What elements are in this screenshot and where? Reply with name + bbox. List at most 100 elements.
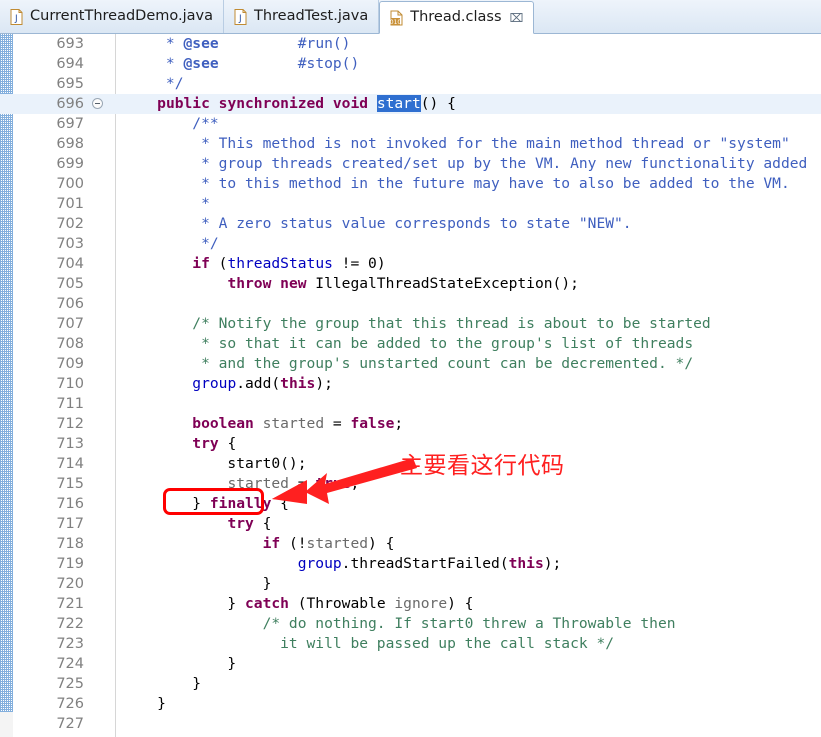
line-number: 705 [56, 276, 84, 292]
code-token: * to this method in the future may have … [122, 175, 790, 192]
svg-text:J: J [238, 14, 242, 24]
code-token: /** [122, 115, 219, 132]
code-line[interactable]: 709 * and the group's unstarted count ca… [0, 354, 821, 374]
code-line[interactable]: 696 public synchronized void start() { [0, 94, 821, 114]
code-line[interactable]: 701 * [0, 194, 821, 214]
line-number: 706 [56, 296, 84, 312]
code-line-text: * to this method in the future may have … [122, 174, 790, 194]
code-line[interactable]: 712 boolean started = false; [0, 414, 821, 434]
java-file-icon: J [9, 8, 24, 25]
annotation-note-text: 主要看这行代码 [400, 453, 565, 479]
code-line[interactable]: 710 group.add(this); [0, 374, 821, 394]
line-number: 721 [56, 596, 84, 612]
code-token: */ [122, 235, 219, 252]
code-line[interactable]: 719 group.threadStartFailed(this); [0, 554, 821, 574]
code-token: } [122, 495, 210, 512]
code-line[interactable]: 705 throw new IllegalThreadStateExceptio… [0, 274, 821, 294]
code-line[interactable]: 717 try { [0, 514, 821, 534]
code-token: } [122, 675, 202, 692]
code-line[interactable]: 703 */ [0, 234, 821, 254]
code-token: try [192, 435, 219, 452]
line-number: 694 [56, 56, 84, 72]
code-line[interactable]: 724 } [0, 654, 821, 674]
code-token: = [324, 415, 351, 432]
code-line[interactable]: 723 it will be passed up the call stack … [0, 634, 821, 654]
line-number: 712 [56, 416, 84, 432]
code-line-text: */ [122, 74, 184, 94]
code-line[interactable]: 726 } [0, 694, 821, 714]
code-line[interactable]: 694 * @see #stop() [0, 54, 821, 74]
code-token: if [192, 255, 210, 272]
code-line[interactable]: 716 } finally { [0, 494, 821, 514]
line-number: 698 [56, 136, 84, 152]
editor-tab-1[interactable]: J ThreadTest.java [224, 0, 380, 33]
code-token: { [271, 495, 289, 512]
line-number: 710 [56, 376, 84, 392]
code-editor[interactable]: 693 * @see #run() 694 * @see #stop() 695 *… [0, 34, 821, 737]
editor-tab-0[interactable]: J CurrentThreadDemo.java [0, 0, 224, 33]
code-line[interactable]: 699 * group threads created/set up by th… [0, 154, 821, 174]
code-line[interactable]: 706 [0, 294, 821, 314]
line-number: 717 [56, 516, 84, 532]
close-icon[interactable]: ⌧ [510, 12, 524, 24]
code-token: group [297, 555, 342, 572]
code-line-text: it will be passed up the call stack */ [122, 634, 614, 654]
line-number: 722 [56, 616, 84, 632]
selected-token: start [376, 95, 421, 112]
code-line-text: } [122, 674, 201, 694]
editor-tab-2[interactable]: 010 Thread.class ⌧ [379, 1, 535, 34]
code-token: (! [280, 535, 307, 552]
code-token: .threadStartFailed( [341, 555, 509, 572]
code-token: false [350, 415, 395, 432]
code-token: throw new [227, 275, 307, 292]
code-line[interactable]: 720 } [0, 574, 821, 594]
code-token: * group threads created/set up by the VM… [122, 155, 808, 172]
code-line[interactable]: 702 * A zero status value corresponds to… [0, 214, 821, 234]
line-number: 720 [56, 576, 84, 592]
code-line[interactable]: 700 * to this method in the future may h… [0, 174, 821, 194]
code-line-text: } finally { [122, 494, 289, 514]
code-line[interactable]: 725 } [0, 674, 821, 694]
code-token: } [122, 575, 272, 592]
code-line-text: * so that it can be added to the group's… [122, 334, 693, 354]
code-line[interactable]: 697 /** [0, 114, 821, 134]
code-line[interactable]: 718 if (!started) { [0, 534, 821, 554]
line-number: 704 [56, 256, 84, 272]
code-token: * [122, 55, 184, 72]
code-line[interactable]: 695 */ [0, 74, 821, 94]
code-line-text: started = true; [122, 474, 359, 494]
code-line[interactable]: 708 * so that it can be added to the gro… [0, 334, 821, 354]
code-token: (Throwable [288, 595, 395, 612]
code-token: != 0) [332, 255, 386, 272]
code-token: { [253, 515, 272, 532]
code-line-text: * A zero status value corresponds to sta… [122, 214, 632, 234]
code-line[interactable]: 727 [0, 714, 821, 734]
code-line-text: /* do nothing. If start0 threw a Throwab… [122, 614, 676, 634]
code-line[interactable]: 698 * This method is not invoked for the… [0, 134, 821, 154]
line-number: 695 [56, 76, 84, 92]
line-number: 696 [56, 96, 84, 112]
code-lines[interactable]: 693 * @see #run() 694 * @see #stop() 695 *… [0, 34, 821, 737]
code-line[interactable]: 711 [0, 394, 821, 414]
class-file-icon: 010 [389, 10, 404, 26]
line-number: 714 [56, 456, 84, 472]
code-line[interactable]: 704 if (threadStatus != 0) [0, 254, 821, 274]
code-token: @see [183, 55, 219, 72]
code-token: #stop() [218, 55, 360, 72]
code-token: ignore [394, 595, 448, 612]
code-line[interactable]: 693 * @see #run() [0, 34, 821, 54]
code-token: boolean [192, 415, 254, 432]
fold-collapse-icon[interactable] [92, 98, 103, 109]
code-line[interactable]: 722 /* do nothing. If start0 threw a Thr… [0, 614, 821, 634]
line-number: 723 [56, 636, 84, 652]
code-line[interactable]: 707 /* Notify the group that this thread… [0, 314, 821, 334]
code-token: if [262, 535, 281, 552]
code-line-text: if (threadStatus != 0) [122, 254, 386, 274]
code-line[interactable]: 721 } catch (Throwable ignore) { [0, 594, 821, 614]
